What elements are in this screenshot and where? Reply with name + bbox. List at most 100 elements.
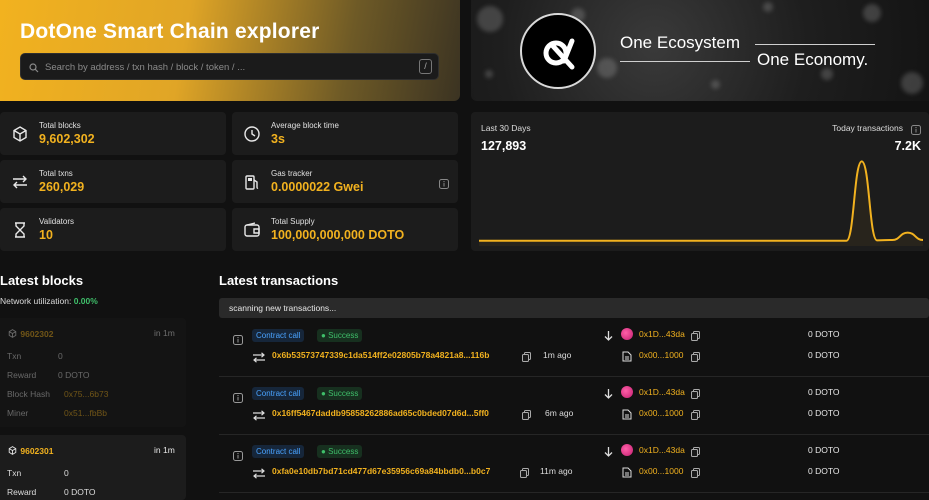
- cube-icon: [8, 446, 17, 455]
- tx-from-address[interactable]: 0x1D...43da: [639, 387, 685, 397]
- copy-icon[interactable]: [520, 465, 529, 483]
- stat-value: 3s: [271, 132, 285, 146]
- transactions-line-chart: [479, 160, 923, 246]
- network-utilization: Network utilization: 0.00%: [0, 296, 98, 306]
- scanning-banner: scanning new transactions...: [219, 298, 929, 318]
- today-transactions-label: Today transactions: [832, 123, 903, 133]
- chart-period-label: Last 30 Days: [481, 123, 531, 133]
- cube-icon: [8, 329, 17, 338]
- block-number-link[interactable]: 9602301: [20, 446, 53, 456]
- stat-validators: Validators 10: [0, 208, 226, 251]
- block-hash-row: Block Hash 0x75...6b73: [7, 389, 108, 399]
- tx-to-address[interactable]: 0x00...1000: [639, 350, 683, 360]
- tx-status-label: Success: [328, 389, 359, 398]
- info-icon[interactable]: [233, 448, 243, 466]
- info-icon[interactable]: [439, 176, 449, 194]
- chart-period-value: 127,893: [481, 139, 527, 153]
- tx-to-address[interactable]: 0x00...1000: [639, 408, 683, 418]
- copy-icon[interactable]: [522, 407, 531, 425]
- stat-value: 260,029: [39, 180, 85, 194]
- check-icon: ●: [321, 389, 326, 398]
- copy-icon[interactable]: [522, 349, 531, 367]
- stat-label: Total txns: [39, 169, 73, 178]
- network-utilization-value: 0.00%: [73, 296, 98, 306]
- tx-type-badge: Contract call: [252, 329, 305, 342]
- tx-from-address[interactable]: 0x1D...43da: [639, 329, 685, 339]
- transaction-row[interactable]: Contract call ● Success 0xfa0e10db7bd71c…: [219, 436, 929, 493]
- arrow-down-icon: [604, 444, 613, 462]
- copy-icon[interactable]: [691, 444, 700, 462]
- transaction-row[interactable]: Contract call ● Success 0x16ff5467daddb9…: [219, 378, 929, 435]
- block-header: 9602301: [7, 445, 53, 456]
- block-card[interactable]: 9602301 in 1m Txn 0 Reward 0 DOTO: [0, 435, 186, 500]
- tx-hash-link[interactable]: 0x6b53573747339c1da514ff2e02805b78a4821a…: [272, 350, 489, 360]
- search-bar[interactable]: /: [20, 53, 439, 80]
- tx-fee: 0 DOTO: [808, 350, 840, 360]
- block-hash-value[interactable]: 0x75...6b73: [64, 389, 108, 399]
- transactions-chart-card: Last 30 Days 127,893 Today transactions …: [471, 112, 929, 251]
- tx-from-address[interactable]: 0x1D...43da: [639, 445, 685, 455]
- carousel-dots[interactable]: [693, 93, 707, 101]
- network-utilization-label: Network utilization:: [0, 296, 72, 306]
- block-miner-value[interactable]: 0x51...fbBb: [64, 408, 107, 418]
- stat-total-txns: Total txns 260,029: [0, 160, 226, 203]
- block-number-link[interactable]: 9602302: [20, 329, 53, 339]
- copy-icon[interactable]: [691, 328, 700, 346]
- stat-average-block-time: Average block time 3s: [232, 112, 458, 155]
- check-icon: ●: [321, 331, 326, 340]
- tx-status-badge: ● Success: [317, 445, 363, 458]
- gas-pump-icon: [242, 172, 262, 192]
- stat-label: Average block time: [271, 121, 339, 130]
- latest-blocks-title: Latest blocks: [0, 273, 84, 288]
- block-txn-label: Txn: [7, 351, 22, 361]
- tx-type-badge: Contract call: [252, 445, 305, 458]
- banner-divider: [620, 61, 750, 62]
- tx-fee: 0 DOTO: [808, 466, 840, 476]
- block-reward-label: Reward: [7, 370, 37, 380]
- block-reward-label: Reward: [7, 487, 37, 497]
- latest-transactions-title: Latest transactions: [219, 273, 339, 288]
- tx-value: 0 DOTO: [808, 329, 840, 339]
- search-input[interactable]: [45, 58, 415, 76]
- block-reward-value: 0 DOTO: [58, 370, 90, 380]
- check-icon: ●: [321, 447, 326, 456]
- transaction-row[interactable]: Contract call ● Success 0x6b53573747339c…: [219, 320, 929, 377]
- avatar: [621, 444, 633, 456]
- tx-hash-link[interactable]: 0x16ff5467daddb95858262886ad65c0bded07d6…: [272, 408, 489, 418]
- tx-to-address[interactable]: 0x00...1000: [639, 466, 683, 476]
- block-card[interactable]: 9602302 in 1m Txn 0 Reward 0 DOTO Block Ha…: [0, 318, 186, 427]
- today-transactions-value: 7.2K: [894, 139, 921, 153]
- promo-banner[interactable]: One Ecosystem One Economy.: [471, 0, 929, 101]
- avatar: [621, 328, 633, 340]
- tx-age: 11m ago: [540, 466, 573, 476]
- tx-value: 0 DOTO: [808, 445, 840, 455]
- clock-icon: [242, 124, 262, 144]
- copy-icon[interactable]: [691, 465, 700, 483]
- avatar: [621, 386, 633, 398]
- copy-icon[interactable]: [691, 349, 700, 367]
- info-icon[interactable]: [233, 332, 243, 350]
- arrow-down-icon: [604, 328, 613, 346]
- block-reward-row: Reward 0 DOTO: [7, 487, 96, 497]
- tx-age: 6m ago: [545, 408, 574, 418]
- tx-hash-link[interactable]: 0xfa0e10db7bd71cd477d67e35956c69a84bbdb0…: [272, 466, 490, 476]
- banner-tagline-1: One Ecosystem: [620, 33, 740, 52]
- banner-tagline-2: One Economy.: [757, 50, 869, 69]
- block-miner-row: Miner 0x51...fbBb: [7, 408, 107, 418]
- info-icon[interactable]: [233, 390, 243, 408]
- block-reward-row: Reward 0 DOTO: [7, 370, 90, 380]
- block-txn-value: 0: [64, 468, 69, 478]
- banner-divider: [755, 44, 875, 45]
- search-icon: [29, 60, 39, 78]
- stat-total-blocks: Total blocks 9,602,302: [0, 112, 226, 155]
- copy-icon[interactable]: [691, 386, 700, 404]
- tx-value: 0 DOTO: [808, 387, 840, 397]
- info-icon[interactable]: [911, 122, 921, 140]
- stat-total-supply: Total Supply 100,000,000,000 DOTO: [232, 208, 458, 251]
- transfer-arrows-icon: [252, 350, 266, 368]
- block-txn-row: Txn 0: [7, 468, 69, 478]
- tx-age: 1m ago: [543, 350, 572, 360]
- stat-value: 9,602,302: [39, 132, 95, 146]
- stat-value: 10: [39, 228, 53, 242]
- copy-icon[interactable]: [691, 407, 700, 425]
